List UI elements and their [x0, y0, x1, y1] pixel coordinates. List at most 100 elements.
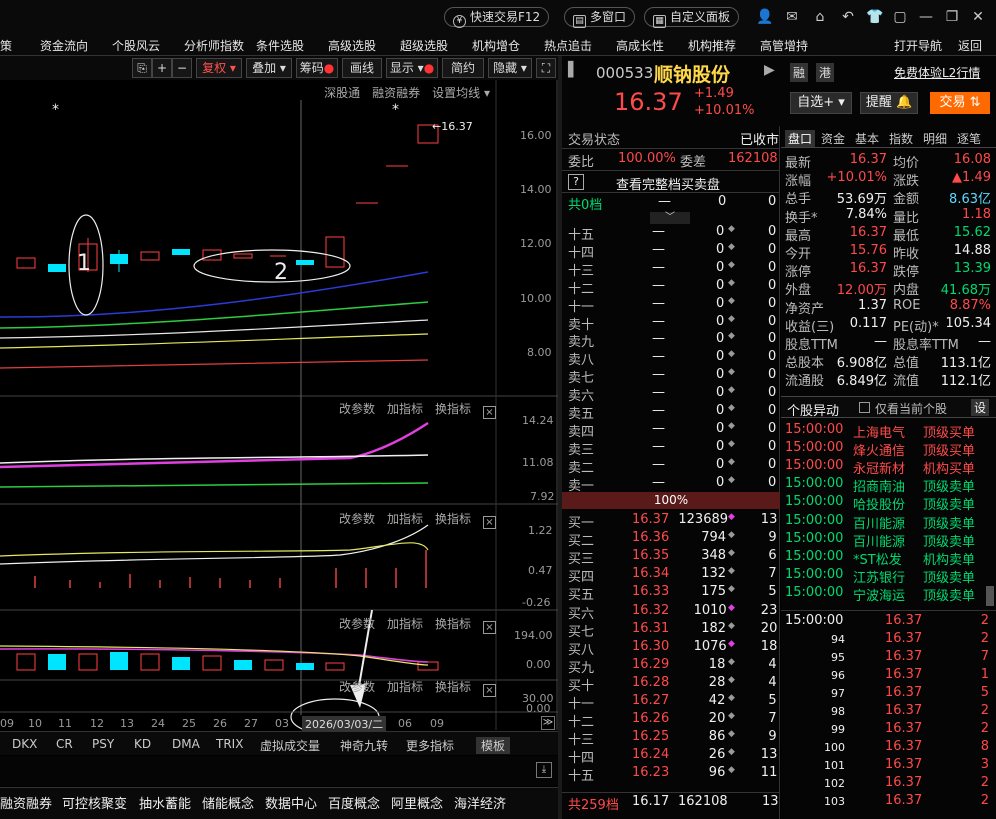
settings-icon[interactable]: ▢	[892, 9, 908, 25]
indicator-tab[interactable]: 更多指标	[406, 737, 454, 754]
minimize-icon[interactable]: —	[918, 9, 934, 25]
menu-item[interactable]: 热点追击	[544, 37, 592, 54]
tab-detail[interactable]: 明细	[923, 130, 947, 147]
menu-item[interactable]: 高成长性	[616, 37, 664, 54]
menu-item[interactable]: 条件选股	[256, 37, 304, 54]
home-icon[interactable]: ⌂	[812, 9, 828, 25]
tab-basic[interactable]: 基本	[855, 130, 879, 147]
mover-stock[interactable]: 上海电气	[853, 422, 905, 441]
hk-connect-link[interactable]: 深股通	[324, 86, 360, 100]
next-stock-icon[interactable]: ▶	[764, 62, 775, 78]
expand-book-icon[interactable]: ﹀	[650, 212, 690, 224]
indicator-tab[interactable]: CR	[56, 737, 73, 751]
concept-tag[interactable]: 融资融券	[0, 793, 52, 812]
prev-stock-icon[interactable]: ▌	[568, 62, 579, 78]
menu-item[interactable]: 机构推荐	[688, 37, 736, 54]
back-button[interactable]: 返回	[958, 37, 982, 54]
movers-settings-button[interactable]: 设	[971, 399, 990, 416]
zoom-in-button[interactable]: +	[152, 58, 172, 78]
indicator-tab[interactable]: KD	[134, 737, 151, 751]
indicator-tab[interactable]: PSY	[92, 737, 114, 751]
close-icon[interactable]: ✕	[970, 9, 986, 25]
indicator-tab[interactable]: 虚拟成交量	[260, 737, 320, 754]
open-nav-button[interactable]: 打开导航	[894, 37, 942, 54]
concept-tag[interactable]: 海洋经济	[454, 793, 506, 812]
quote-label: 涨跌	[893, 174, 920, 190]
custom-panel-button[interactable]: ▦ 自定义面板	[644, 7, 740, 28]
indicator-tab[interactable]: 神奇九转	[340, 737, 388, 754]
quick-trade-button[interactable]: ¥ 快速交易F12	[444, 7, 550, 28]
margin-link[interactable]: 融资融券	[372, 86, 420, 100]
buy-level-row: 买五 16.33 175 ◆ 5	[568, 584, 783, 603]
trade-button[interactable]: 交易 ⇅	[930, 92, 990, 114]
expand-icon[interactable]: ≫	[541, 716, 555, 730]
overlay-dropdown[interactable]: 叠加 ▾	[246, 58, 292, 78]
restore-icon[interactable]: ❐	[944, 9, 960, 25]
menu-item[interactable]: 分析师指数	[184, 37, 244, 54]
mover-stock[interactable]: 百川能源	[853, 513, 905, 532]
concept-tag[interactable]: 数据中心	[265, 793, 317, 812]
chip-button[interactable]: 筹码●	[296, 58, 338, 78]
mover-stock[interactable]: 百川能源	[853, 531, 905, 550]
tab-tick[interactable]: 逐笔	[957, 130, 981, 147]
display-dropdown[interactable]: 显示 ▾●	[386, 58, 438, 78]
indicator-tab[interactable]: TRIX	[216, 737, 243, 751]
multi-window-button[interactable]: ▤ 多窗口	[564, 7, 636, 28]
concept-tag[interactable]: 储能概念	[202, 793, 254, 812]
menu-item[interactable]: 个股风云	[112, 37, 160, 54]
zoom-out-button[interactable]: −	[172, 58, 192, 78]
template-tab[interactable]: 模板	[476, 737, 511, 754]
concept-tag[interactable]: 阿里概念	[391, 793, 443, 812]
simple-button[interactable]: 简约	[442, 58, 484, 78]
tab-index[interactable]: 指数	[889, 130, 913, 147]
collapse-icon[interactable]: ⤓	[536, 762, 552, 778]
indicator-tab[interactable]: DMA	[172, 737, 200, 751]
draw-line-button[interactable]: 画线	[342, 58, 382, 78]
level-price: —	[652, 224, 665, 239]
full-book-link[interactable]: 查看完整档买卖盘	[616, 174, 720, 193]
shirt-icon[interactable]: 👕	[866, 9, 883, 25]
mover-stock[interactable]: *ST松发	[853, 549, 902, 568]
mail-icon[interactable]: ✉	[784, 9, 800, 25]
mover-stock[interactable]: 招商南油	[853, 476, 905, 495]
concept-tag[interactable]: 抽水蓄能	[139, 793, 191, 812]
mover-stock[interactable]: 永冠新材	[853, 458, 905, 477]
menu-item[interactable]: 超级选股	[400, 37, 448, 54]
fullscreen-icon[interactable]: ⛶	[536, 58, 556, 78]
lock-icon[interactable]: ⎘	[132, 58, 152, 78]
help-icon[interactable]: ?	[568, 174, 584, 190]
mover-stock[interactable]: 江苏银行	[853, 567, 905, 586]
mover-stock[interactable]: 宁波海运	[853, 585, 905, 604]
concept-tag[interactable]: 可控核聚变	[62, 793, 127, 812]
menu-item[interactable]: 资金流向	[40, 37, 88, 54]
user-icon[interactable]: 👤	[756, 9, 773, 25]
back-icon[interactable]: ↶	[840, 9, 856, 25]
kline-chart[interactable]: * * 1 2 ←16.37 深股通 融资融券 设置均线 ▾ 16.00 14.…	[0, 80, 558, 732]
menu-item[interactable]: 策	[0, 37, 12, 54]
close-icon[interactable]: ×	[483, 621, 496, 634]
fq-dropdown[interactable]: 复权 ▾	[196, 58, 242, 78]
l2-trial-link[interactable]: 免费体验L2行情	[894, 64, 980, 81]
close-icon[interactable]: ×	[483, 406, 496, 419]
watchlist-button[interactable]: 自选+ ▾	[790, 92, 852, 114]
menu-item[interactable]: 高管增持	[760, 37, 808, 54]
indicator-tab[interactable]: DKX	[12, 737, 37, 751]
concept-tag[interactable]: 百度概念	[328, 793, 380, 812]
mover-stock[interactable]: 烽火通信	[853, 440, 905, 459]
menu-item[interactable]: 机构增仓	[472, 37, 520, 54]
mover-stock[interactable]: 哈投股份	[853, 494, 905, 513]
alert-button[interactable]: 提醒 🔔	[860, 92, 918, 114]
close-icon[interactable]: ×	[483, 516, 496, 529]
only-current-checkbox[interactable]	[859, 402, 870, 413]
sell-level-row: 卖九 —0 ◆ 0	[568, 331, 783, 350]
tab-funds[interactable]: 资金	[821, 130, 845, 147]
hide-button[interactable]: 隐藏 ▾	[488, 58, 532, 78]
level-volume: 0	[716, 313, 725, 329]
tab-handicap[interactable]: 盘口	[785, 130, 816, 147]
menu-item[interactable]: 高级选股	[328, 37, 376, 54]
mover-type: 顶级买单	[923, 426, 976, 441]
ma-settings-link[interactable]: 设置均线	[432, 86, 480, 100]
panel-actions: 改参数 加指标 换指标 ×	[327, 510, 496, 529]
movers-scrollbar[interactable]	[986, 586, 994, 606]
close-icon[interactable]: ×	[483, 684, 496, 697]
